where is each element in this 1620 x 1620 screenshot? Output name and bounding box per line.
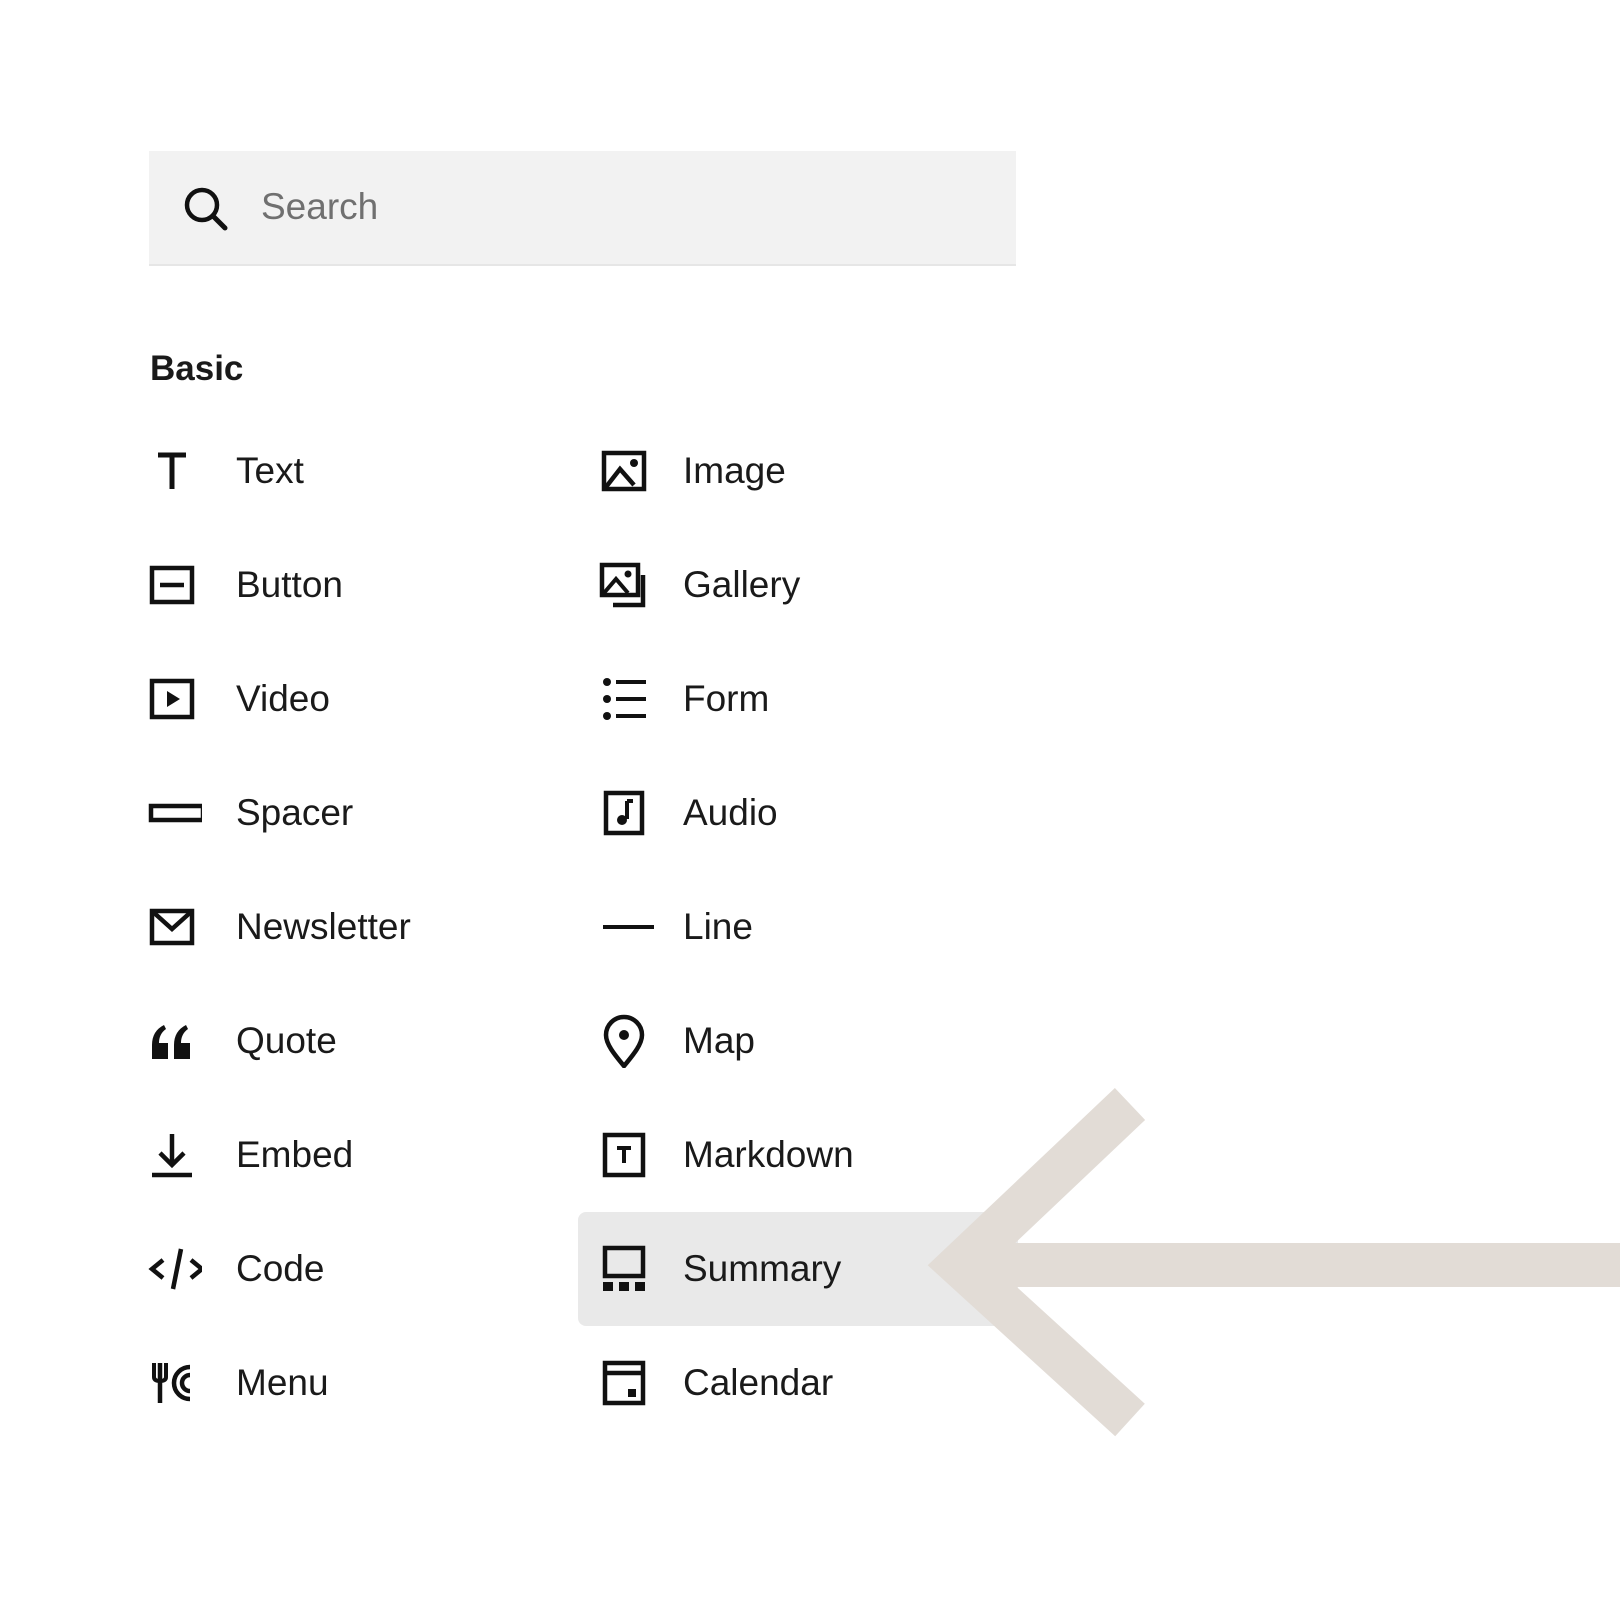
block-item-label: Image	[683, 450, 786, 491]
block-item-newsletter[interactable]: Newsletter	[140, 870, 560, 984]
block-item-label: Spacer	[236, 792, 354, 833]
video-icon	[149, 678, 195, 720]
block-item-video[interactable]: Video	[140, 642, 560, 756]
block-item-audio[interactable]: Audio	[578, 756, 1018, 870]
fork-plate-icon	[152, 1363, 191, 1403]
block-item-label: Menu	[236, 1362, 329, 1403]
block-item-embed[interactable]: Embed	[140, 1098, 560, 1212]
block-item-label: Text	[236, 450, 304, 491]
block-item-label: Gallery	[683, 564, 801, 605]
button-icon	[149, 565, 195, 605]
block-item-calendar[interactable]: Calendar	[578, 1326, 1018, 1440]
image-icon	[601, 450, 647, 492]
block-item-label: Calendar	[683, 1362, 834, 1403]
block-item-label: Line	[683, 906, 753, 947]
block-item-label: Map	[683, 1020, 755, 1061]
block-item-map[interactable]: Map	[578, 984, 1018, 1098]
block-item-menu[interactable]: Menu	[140, 1326, 560, 1440]
spacer-icon	[148, 803, 202, 823]
block-item-label: Code	[236, 1248, 325, 1289]
block-item-gallery[interactable]: Gallery	[578, 528, 1018, 642]
code-icon	[148, 1248, 202, 1290]
markdown-icon	[602, 1132, 646, 1178]
gallery-icon	[599, 562, 646, 608]
block-item-line[interactable]: Line	[578, 870, 1018, 984]
block-item-image[interactable]: Image	[578, 414, 1018, 528]
block-item-label: Video	[236, 678, 330, 719]
block-item-label: Button	[236, 564, 343, 605]
map-pin-icon	[603, 1014, 645, 1068]
block-item-label: Audio	[683, 792, 778, 833]
music-note-icon	[603, 790, 645, 836]
block-item-code[interactable]: Code	[140, 1212, 560, 1326]
block-item-quote[interactable]: Quote	[140, 984, 560, 1098]
summary-icon	[602, 1245, 646, 1291]
block-item-label: Summary	[683, 1248, 842, 1289]
quote-icon	[152, 1025, 190, 1059]
block-item-label: Quote	[236, 1020, 337, 1061]
download-arrow-icon	[152, 1134, 192, 1178]
line-icon	[603, 925, 654, 929]
search-input[interactable]	[261, 171, 981, 243]
block-item-label: Embed	[236, 1134, 354, 1175]
block-item-text[interactable]: Text	[140, 414, 560, 528]
block-item-label: Newsletter	[236, 906, 411, 947]
list-icon	[603, 678, 646, 720]
calendar-icon	[602, 1360, 646, 1406]
envelope-icon	[149, 908, 195, 946]
block-item-markdown[interactable]: Markdown	[578, 1098, 1018, 1212]
text-icon	[158, 452, 186, 489]
block-item-spacer[interactable]: Spacer	[140, 756, 560, 870]
section-title-basic: Basic	[150, 349, 244, 388]
block-item-label: Form	[683, 678, 770, 719]
block-item-label: Markdown	[683, 1134, 854, 1175]
block-item-button[interactable]: Button	[140, 528, 560, 642]
block-item-form[interactable]: Form	[578, 642, 1018, 756]
block-item-summary[interactable]: Summary	[578, 1212, 1018, 1326]
search-icon	[184, 187, 228, 231]
search-bar[interactable]	[149, 151, 1016, 266]
